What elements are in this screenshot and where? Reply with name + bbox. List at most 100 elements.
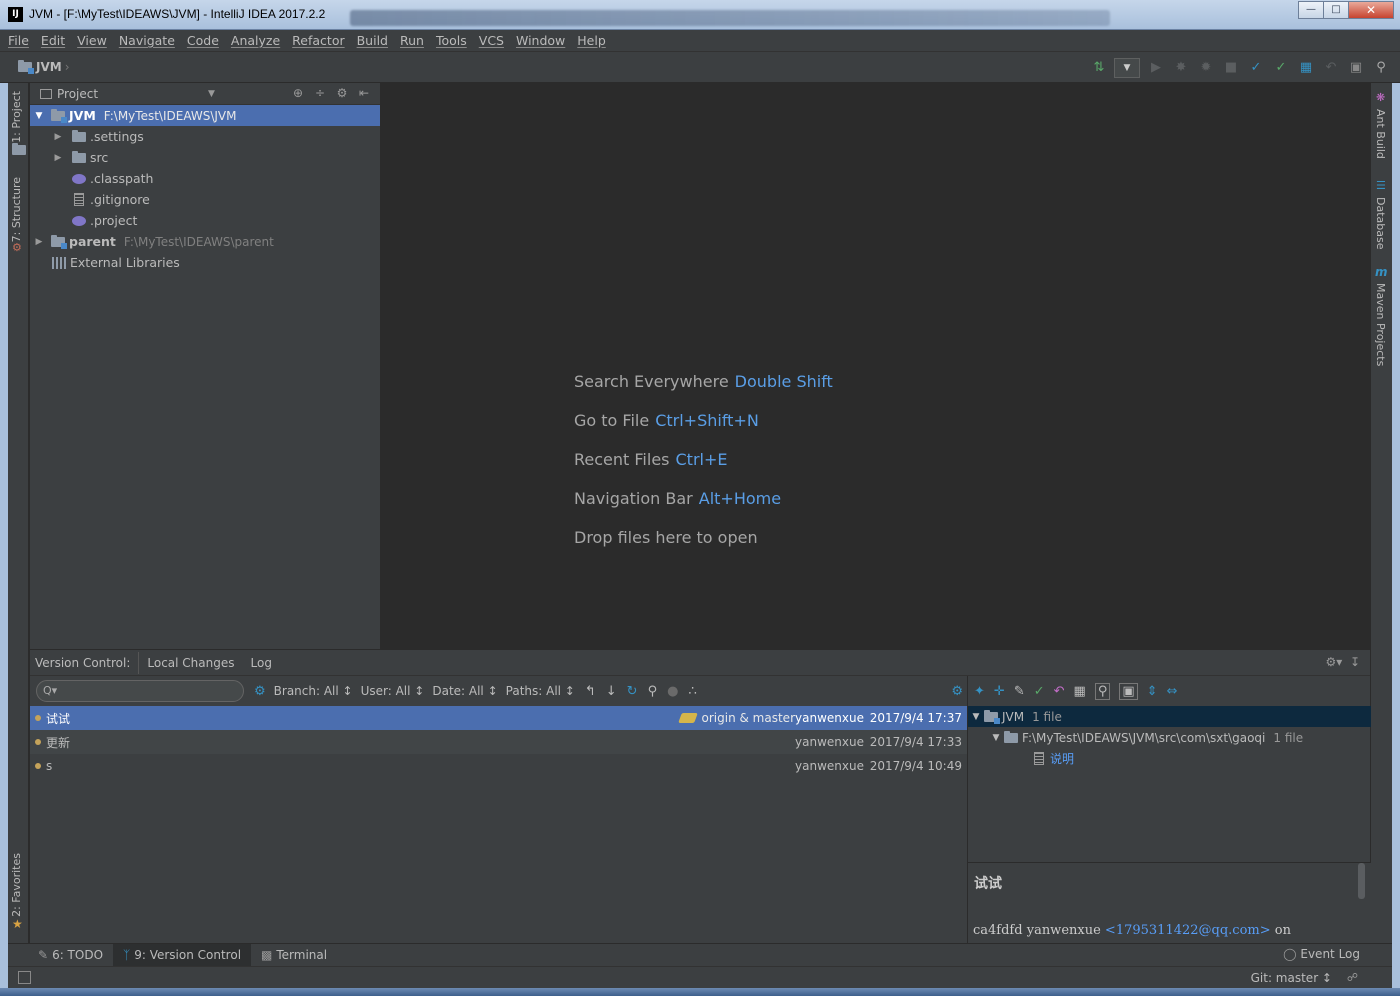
changes-tree-item[interactable]: ▼ F:\MyTest\IDEAWS\JVM\src\com\sxt\gaoqi… xyxy=(968,727,1371,748)
show-diff-icon[interactable]: ✛ xyxy=(994,684,1005,699)
pencil-check-icon[interactable]: ✓ xyxy=(1034,684,1045,699)
graph-options-icon[interactable]: ∴ xyxy=(688,684,696,699)
menu-tools[interactable]: Tools xyxy=(436,33,467,48)
paths-filter[interactable]: Paths: All ↕ xyxy=(506,684,575,698)
commit-email-link[interactable]: <1795311422@qq.com> xyxy=(1105,923,1271,938)
tool-tab-todo[interactable]: ✎ 6: TODO xyxy=(28,944,113,967)
run-configuration-dropdown[interactable]: ▼ xyxy=(1114,58,1140,78)
menu-build[interactable]: Build xyxy=(357,33,388,48)
hide-panel-icon[interactable]: ⇤ xyxy=(356,86,372,100)
right-tool-strip: ❋ Ant Build ☰ Database m Maven Projects xyxy=(1370,83,1392,943)
refresh-icon[interactable]: ↻ xyxy=(627,684,638,699)
revert-icon[interactable]: ↶ xyxy=(1054,684,1065,699)
vcs-revert-icon[interactable]: ↶ xyxy=(1322,59,1340,77)
project-structure-icon[interactable]: ▣ xyxy=(1347,59,1365,77)
lock-icon[interactable]: ☍ xyxy=(1347,971,1358,984)
tree-item-src[interactable]: ▶ src xyxy=(30,147,380,168)
breadcrumb-jvm[interactable]: JVM xyxy=(36,60,62,74)
tool-tab-favorites[interactable]: 2: Favorites xyxy=(10,853,23,917)
zoom-icon[interactable]: ⚲ xyxy=(648,684,658,699)
event-log-button[interactable]: ◯ Event Log xyxy=(1283,947,1360,961)
debug-icon[interactable]: ✸ xyxy=(1172,59,1190,77)
details-scrollbar[interactable] xyxy=(1358,863,1365,899)
commit-row[interactable]: 试试 origin & master yanwenxue 2017/9/4 17… xyxy=(30,706,967,730)
cherry-pick-icon[interactable]: ↰ xyxy=(585,684,596,699)
collapse-all-icon[interactable]: ⇔ xyxy=(1167,684,1178,699)
build-project-icon[interactable]: ⇅ xyxy=(1090,59,1108,77)
menu-window[interactable]: Window xyxy=(516,33,565,48)
coverage-icon[interactable]: ✹ xyxy=(1197,59,1215,77)
collapsed-arrow-icon[interactable]: ▶ xyxy=(52,132,64,142)
scroll-from-source-icon[interactable]: ⊕ xyxy=(290,86,306,100)
tool-tab-ant-build[interactable]: Ant Build xyxy=(1374,109,1387,159)
menu-view[interactable]: View xyxy=(77,33,107,48)
tool-tab-maven-projects[interactable]: Maven Projects xyxy=(1374,283,1387,366)
close-button[interactable]: ✕ xyxy=(1348,1,1394,19)
tab-log[interactable]: Log xyxy=(243,652,280,674)
tree-item-project[interactable]: .project xyxy=(30,210,380,231)
expand-all-icon[interactable]: ⇕ xyxy=(1147,684,1158,699)
menu-run[interactable]: Run xyxy=(400,33,424,48)
tree-item-gitignore[interactable]: .gitignore xyxy=(30,189,380,210)
menu-analyze[interactable]: Analyze xyxy=(231,33,280,48)
tool-tab-version-control[interactable]: ᛉ 9: Version Control xyxy=(113,943,252,967)
menu-code[interactable]: Code xyxy=(187,33,219,48)
collapsed-arrow-icon[interactable]: ▶ xyxy=(33,237,45,247)
date-filter[interactable]: Date: All ↕ xyxy=(432,684,497,698)
settings-icon[interactable]: ⚙ xyxy=(254,684,266,699)
tool-tab-label: 6: TODO xyxy=(52,947,104,962)
editor-area[interactable]: Search Everywhere Double Shift Go to File… xyxy=(381,83,1370,649)
chevron-down-icon[interactable]: ▼ xyxy=(208,89,215,99)
commit-row[interactable]: 更新 yanwenxue 2017/9/4 17:33 xyxy=(30,730,967,754)
menu-vcs[interactable]: VCS xyxy=(479,33,504,48)
minimize-button[interactable]: — xyxy=(1298,1,1324,19)
preview-icon[interactable]: ⚲ xyxy=(1094,682,1111,700)
collapse-all-icon[interactable]: ÷ xyxy=(312,86,328,100)
arrow-down-icon[interactable]: ↓ xyxy=(606,684,617,699)
user-filter[interactable]: User: All ↕ xyxy=(361,684,425,698)
expand-arrow-icon[interactable]: ▼ xyxy=(988,733,1004,743)
gear-icon[interactable]: ⚙▾ ↧ xyxy=(1326,655,1360,669)
menu-edit[interactable]: Edit xyxy=(41,33,65,48)
maximize-button[interactable]: □ xyxy=(1323,1,1349,19)
run-icon[interactable]: ▶ xyxy=(1147,59,1165,77)
compare-icon[interactable]: ▦ xyxy=(1074,684,1086,699)
branch-filter[interactable]: Branch: All ↕ xyxy=(274,684,353,698)
stop-icon[interactable]: ■ xyxy=(1222,59,1240,77)
tab-local-changes[interactable]: Local Changes xyxy=(138,651,242,674)
menu-navigate[interactable]: Navigate xyxy=(119,33,175,48)
gear-icon[interactable]: ⚙ xyxy=(951,684,963,699)
menu-help[interactable]: Help xyxy=(577,33,606,48)
log-search-input[interactable]: Q▾ xyxy=(36,680,244,702)
git-branch-widget[interactable]: Git: master ↕ xyxy=(1251,971,1332,985)
tool-tab-terminal[interactable]: ▩ Terminal xyxy=(251,944,337,967)
tree-item-external-libraries[interactable]: External Libraries xyxy=(30,252,380,273)
tree-item-jvm[interactable]: ▼ JVM F:\MyTest\IDEAWS\JVM xyxy=(30,105,380,126)
edit-source-icon[interactable]: ✎ xyxy=(1014,684,1025,699)
tree-item-parent[interactable]: ▶ parent F:\MyTest\IDEAWS\parent xyxy=(30,231,380,252)
gear-icon[interactable]: ⚙ xyxy=(334,86,350,100)
collapsed-arrow-icon[interactable]: ▶ xyxy=(52,153,64,163)
menu-refactor[interactable]: Refactor xyxy=(292,33,344,48)
vcs-commit-icon[interactable]: ✓ xyxy=(1272,59,1290,77)
expand-arrow-icon[interactable]: ▼ xyxy=(968,712,984,722)
search-icon[interactable]: ⚲ xyxy=(1372,59,1390,77)
changes-tree-item[interactable]: 说明 xyxy=(968,748,1371,769)
menu-file[interactable]: File xyxy=(8,33,29,48)
breadcrumb[interactable]: JVM › xyxy=(18,60,70,74)
tool-tab-database[interactable]: Database xyxy=(1374,197,1387,250)
tree-item-settings[interactable]: ▶ .settings xyxy=(30,126,380,147)
tool-windows-toggle-icon[interactable] xyxy=(18,971,31,984)
changes-tree-item[interactable]: ▼ JVM 1 file xyxy=(968,706,1371,727)
tool-tab-project[interactable]: 1: Project xyxy=(10,91,23,143)
project-view-selector[interactable]: Project xyxy=(57,87,98,101)
vcs-update-icon[interactable]: ✓ xyxy=(1247,59,1265,77)
cherry-pick-icon[interactable]: ✦ xyxy=(974,684,985,699)
tree-item-classpath[interactable]: .classpath xyxy=(30,168,380,189)
expand-arrow-icon[interactable]: ▼ xyxy=(33,111,45,121)
tool-tab-structure[interactable]: 7: Structure xyxy=(10,177,23,242)
vcs-compare-icon[interactable]: ▦ xyxy=(1297,59,1315,77)
highlight-icon[interactable]: ● xyxy=(667,684,678,699)
commit-row[interactable]: s yanwenxue 2017/9/4 10:49 xyxy=(30,754,967,778)
group-by-directory-icon[interactable]: ▣ xyxy=(1119,682,1138,700)
